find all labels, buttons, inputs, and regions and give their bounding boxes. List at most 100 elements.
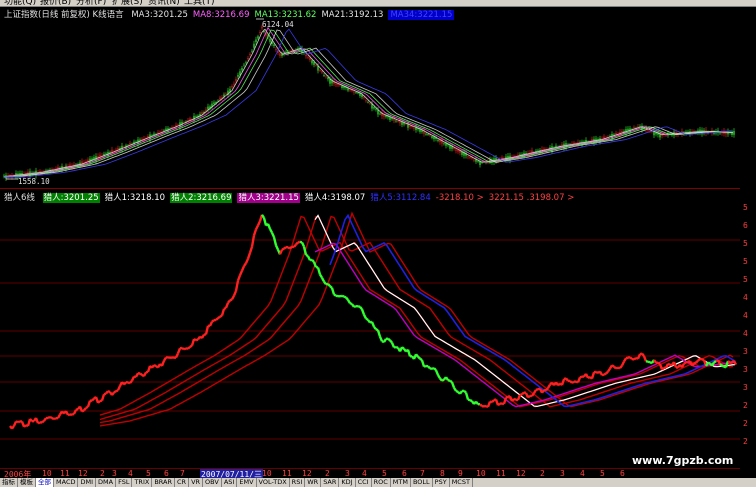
date-tick-label: 7 bbox=[180, 469, 185, 478]
price-trace bbox=[680, 362, 686, 368]
indicator-tab[interactable]: TRIX bbox=[132, 478, 153, 487]
menu-item[interactable]: 扩展(S) bbox=[112, 0, 143, 6]
price-trace bbox=[272, 236, 278, 246]
price-trace bbox=[256, 220, 262, 226]
indicator-tab[interactable]: BOLL bbox=[411, 478, 433, 487]
candle-body bbox=[355, 92, 357, 94]
price-trace bbox=[200, 333, 206, 339]
date-tick-label: 9 bbox=[458, 469, 463, 478]
price-chart-panel[interactable] bbox=[0, 7, 740, 188]
indicator-tab[interactable]: FSL bbox=[116, 478, 133, 487]
indicator-tab[interactable]: EMV bbox=[237, 478, 257, 487]
watermark: www.7gpzb.com bbox=[632, 454, 734, 467]
menu-item[interactable]: 工具(T) bbox=[184, 0, 215, 6]
price-trace bbox=[243, 262, 247, 267]
price-trace bbox=[541, 389, 545, 394]
menu-item[interactable]: 报价(B) bbox=[40, 0, 71, 6]
price-trace bbox=[217, 315, 221, 320]
axis-tick-label: 4 bbox=[743, 311, 748, 320]
indicator-tab[interactable]: MTM bbox=[391, 478, 411, 487]
price-trace bbox=[268, 228, 274, 234]
indicator-line bbox=[99, 215, 734, 421]
indicator-tab[interactable]: RSI bbox=[290, 478, 306, 487]
price-trace bbox=[105, 390, 109, 395]
axis-tick-label: 3 bbox=[743, 365, 748, 374]
indicator-tab[interactable]: OBV bbox=[203, 478, 222, 487]
indicator-tab[interactable]: PSY bbox=[433, 478, 450, 487]
price-trace bbox=[427, 365, 431, 370]
price-trace bbox=[505, 395, 509, 399]
date-tick-label: 3 bbox=[560, 469, 565, 478]
indicator-tab[interactable]: BRAR bbox=[152, 478, 175, 487]
indicator-tab[interactable]: 指标 bbox=[0, 478, 18, 487]
price-trace bbox=[219, 314, 223, 318]
price-trace bbox=[116, 385, 122, 391]
candle-body bbox=[457, 149, 459, 152]
candle-body bbox=[349, 89, 351, 91]
price-trace bbox=[281, 247, 285, 251]
price-trace bbox=[469, 399, 473, 403]
price-trace bbox=[12, 420, 18, 427]
axis-tick-label: 4 bbox=[743, 293, 748, 302]
indicator-tab[interactable]: KDJ bbox=[339, 478, 356, 487]
menu-item[interactable]: 功能(Q) bbox=[4, 0, 36, 6]
price-trace bbox=[367, 319, 371, 324]
price-trace bbox=[75, 407, 79, 411]
price-trace bbox=[657, 361, 661, 365]
price-trace bbox=[545, 387, 549, 392]
candle-body bbox=[315, 65, 317, 67]
price-trace bbox=[345, 296, 349, 301]
ma-line bbox=[3, 28, 734, 177]
price-trace bbox=[41, 419, 45, 424]
indicator-tab[interactable]: WR bbox=[305, 478, 322, 487]
indicator-tab[interactable]: VOL-TDX bbox=[257, 478, 290, 487]
price-trace bbox=[230, 295, 236, 300]
indicator-tab[interactable]: ROC bbox=[372, 478, 391, 487]
candle-body bbox=[159, 131, 161, 133]
ma-legend-item: MA3:3201.25 bbox=[131, 10, 188, 20]
price-trace bbox=[479, 403, 483, 408]
price-trace bbox=[603, 372, 607, 376]
candle-body bbox=[239, 71, 241, 76]
candle-body bbox=[121, 145, 123, 150]
price-trace bbox=[227, 299, 231, 304]
indicator-tab[interactable]: VR bbox=[189, 478, 204, 487]
candle-body bbox=[367, 101, 369, 103]
indicator-tab[interactable]: 全部 bbox=[36, 478, 54, 487]
date-tick-label: 7 bbox=[420, 469, 425, 478]
indicator-tab[interactable]: 模板 bbox=[18, 478, 36, 487]
price-trace bbox=[215, 317, 219, 321]
indicator-chart-panel[interactable] bbox=[0, 190, 740, 442]
price-trace bbox=[220, 308, 226, 316]
indicator-tab[interactable]: CR bbox=[175, 478, 190, 487]
ma-legend-item: MA21:3192.13 bbox=[321, 10, 384, 20]
candle-body bbox=[171, 126, 173, 128]
date-tick-label: 4 bbox=[580, 469, 585, 478]
indicator-tab-bar[interactable]: 指标 模板 全部 MACD DMI DMA FSL TRIX BRAR CR VR OBV ASI EMV… bbox=[0, 478, 756, 487]
indicator-tab[interactable]: ASI bbox=[222, 478, 238, 487]
price-trace bbox=[229, 298, 233, 302]
indicator-tab[interactable]: DMI bbox=[78, 478, 97, 487]
indicator-tab[interactable]: DMA bbox=[96, 478, 117, 487]
price-trace bbox=[579, 375, 583, 379]
indicator-tab[interactable]: SAR bbox=[321, 478, 340, 487]
price-trace bbox=[49, 415, 53, 420]
candle-body bbox=[317, 66, 319, 71]
price-chart[interactable] bbox=[0, 7, 740, 188]
indicator-tab[interactable]: CCI bbox=[356, 478, 372, 487]
price-trace bbox=[406, 349, 412, 357]
price-trace bbox=[590, 371, 596, 380]
price-trace bbox=[420, 359, 426, 367]
menu-item[interactable]: 资讯(N) bbox=[148, 0, 180, 6]
menu-item[interactable]: 分析(F) bbox=[76, 0, 106, 6]
price-trace bbox=[661, 366, 665, 371]
candle-body bbox=[307, 56, 309, 58]
indicator-tab[interactable]: MCST bbox=[450, 478, 473, 487]
price-trace bbox=[527, 394, 531, 399]
price-trace bbox=[162, 356, 168, 362]
price-trace bbox=[189, 344, 193, 348]
indicator-tab[interactable]: MACD bbox=[54, 478, 79, 487]
axis-tick-label: 4 bbox=[743, 329, 748, 338]
price-trace bbox=[719, 363, 723, 367]
indicator-chart[interactable] bbox=[0, 190, 740, 442]
